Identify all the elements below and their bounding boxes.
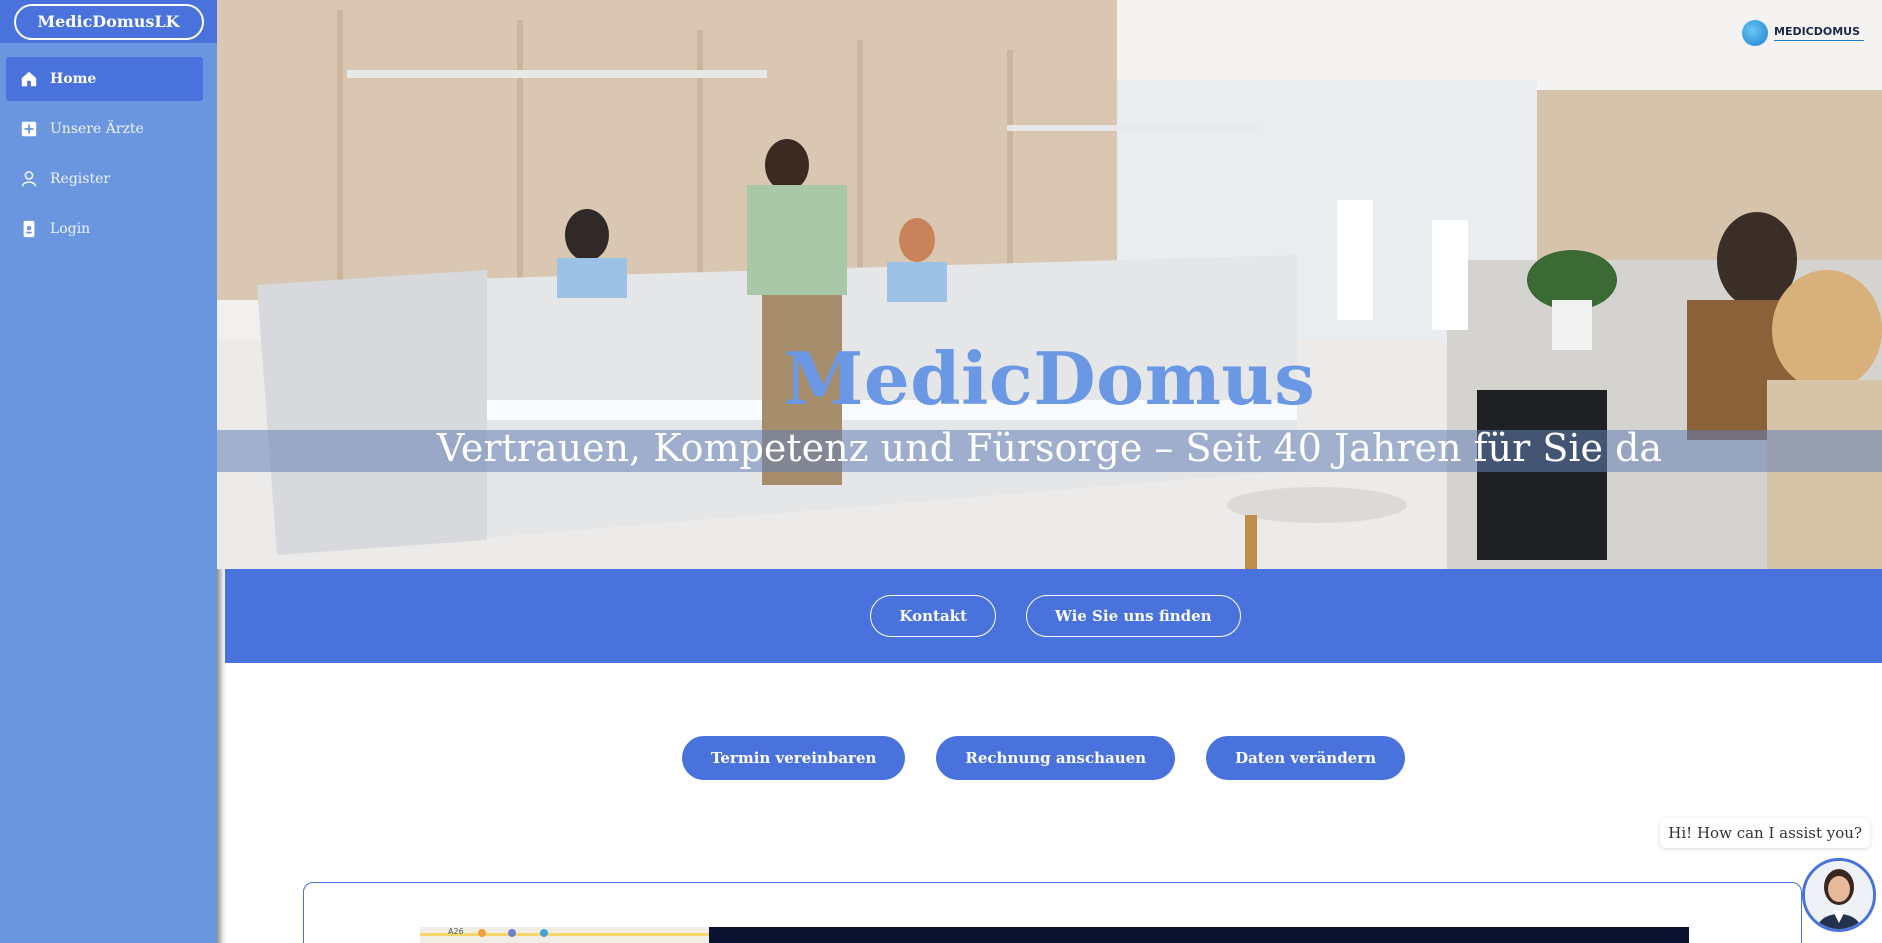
brand-button[interactable]: MedicDomusLK [13, 3, 204, 40]
assistant-avatar-icon [1805, 861, 1873, 929]
brand-bar: MedicDomusLK [0, 0, 217, 43]
contact-band: Kontakt Wie Sie uns finden [225, 569, 1882, 663]
book-appointment-button[interactable]: Termin vereinbaren [681, 736, 906, 780]
action-buttons: Termin vereinbaren Rechnung anschauen Da… [225, 736, 1882, 780]
home-icon [21, 71, 37, 87]
user-icon [21, 171, 37, 187]
sidebar-item-login[interactable]: Login [6, 207, 203, 251]
hero-subtitle: Vertrauen, Kompetenz und Fürsorge – Seit… [436, 426, 1663, 470]
sidebar-item-label: Home [50, 71, 97, 87]
sidebar-item-label: Register [50, 171, 111, 187]
map-pin-icon [508, 929, 516, 937]
map-embed[interactable]: A26 [420, 927, 709, 943]
hero-title: MedicDomus [783, 336, 1316, 421]
sidebar: MedicDomusLK Home Unsere Ärzte Register … [0, 0, 217, 943]
map-road-label: A26 [448, 927, 464, 936]
chat-greeting-bubble[interactable]: Hi! How can I assist you? [1660, 818, 1870, 848]
map-pin-icon [478, 929, 486, 937]
logo-text: MEDICDOMUS [1774, 25, 1864, 41]
chat-assistant-avatar[interactable] [1802, 858, 1876, 932]
sidebar-item-register[interactable]: Register [6, 157, 203, 201]
map-pin-icon [540, 929, 548, 937]
sidebar-item-label: Login [50, 221, 91, 237]
hero-section: MEDICDOMUS MedicDomus Vertrauen, Kompete… [217, 0, 1882, 569]
directions-button[interactable]: Wie Sie uns finden [1026, 595, 1241, 637]
sidebar-item-doctors[interactable]: Unsere Ärzte [6, 107, 203, 151]
hero-background-image [217, 0, 1882, 569]
badge-icon [23, 220, 35, 238]
sidebar-item-home[interactable]: Home [6, 57, 203, 101]
logo-mark-icon [1742, 20, 1768, 46]
sidebar-nav: Home Unsere Ärzte Register Login [0, 43, 217, 251]
view-invoice-button[interactable]: Rechnung anschauen [936, 736, 1176, 780]
medicdomus-logo: MEDICDOMUS [1742, 20, 1864, 46]
edit-data-button[interactable]: Daten verändern [1206, 736, 1406, 780]
contact-button[interactable]: Kontakt [870, 595, 996, 637]
location-card: A26 [303, 882, 1802, 943]
sidebar-item-label: Unsere Ärzte [50, 121, 144, 137]
video-embed[interactable] [709, 927, 1689, 943]
plus-square-icon [21, 121, 37, 137]
